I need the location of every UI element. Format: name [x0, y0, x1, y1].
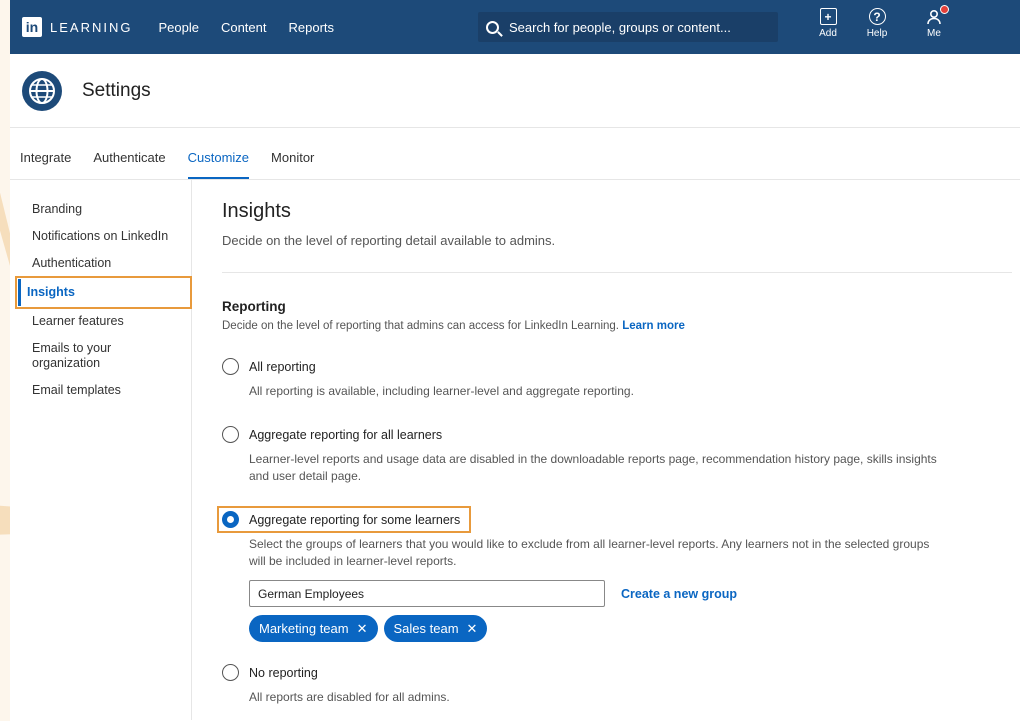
help-button[interactable]: ? Help [857, 8, 897, 39]
option-no-reporting[interactable]: No reporting [222, 664, 1020, 681]
add-label: Add [819, 28, 837, 39]
sidebar-item-email-templates[interactable]: Email templates [10, 377, 191, 404]
sidebar-item-emails[interactable]: Emails to your organization [10, 335, 191, 377]
settings-tabs: Integrate Authenticate Customize Monitor [10, 128, 1020, 180]
me-label: Me [927, 28, 941, 39]
section-title: Insights [222, 200, 291, 222]
logo-text: LEARNING [50, 19, 133, 35]
sidebar: Branding Notifications on LinkedIn Authe… [10, 180, 192, 720]
option-help: Learner-level reports and usage data are… [249, 452, 937, 483]
chip-label: Sales team [393, 621, 459, 636]
linkedin-logo-icon: in [22, 17, 42, 37]
sidebar-item-branding[interactable]: Branding [10, 196, 191, 223]
settings-header: Settings [10, 54, 1020, 128]
option-aggregate-all[interactable]: Aggregate reporting for all learners [222, 426, 1020, 443]
chip-label: Marketing team [259, 621, 349, 636]
radio-label: No reporting [249, 665, 318, 680]
nav-reports[interactable]: Reports [289, 20, 335, 35]
highlight-box: Aggregate reporting for some learners [216, 506, 472, 533]
radio-no-reporting[interactable] [222, 664, 239, 681]
me-button[interactable]: Me [914, 5, 954, 39]
sidebar-item-insights[interactable]: Insights [15, 276, 192, 309]
page-title: Settings [82, 79, 151, 101]
reporting-description-text: Decide on the level of reporting that ad… [222, 320, 619, 332]
help-label: Help [866, 28, 888, 39]
radio-all-reporting[interactable] [222, 358, 239, 375]
radio-aggregate-all[interactable] [222, 426, 239, 443]
section-subtitle: Decide on the level of reporting detail … [222, 233, 556, 248]
tab-authenticate[interactable]: Authenticate [93, 150, 165, 179]
reporting-description: Decide on the level of reporting that ad… [222, 320, 1020, 332]
divider [222, 272, 1012, 273]
sidebar-item-authentication[interactable]: Authentication [10, 250, 191, 277]
remove-chip-icon[interactable]: ✕ [357, 621, 368, 637]
tab-integrate[interactable]: Integrate [20, 150, 71, 179]
option-aggregate-some[interactable]: Aggregate reporting for some learners [216, 506, 1020, 533]
learn-more-link[interactable]: Learn more [622, 320, 685, 332]
reporting-heading: Reporting [222, 299, 286, 314]
selected-groups: Marketing team ✕ Sales team ✕ [249, 615, 1020, 642]
create-group-link[interactable]: Create a new group [621, 587, 737, 601]
radio-label: Aggregate reporting for all learners [249, 427, 443, 442]
linkedin-learning-logo[interactable]: in LEARNING [22, 17, 132, 37]
add-button[interactable]: + Add [808, 8, 848, 39]
add-icon: + [819, 8, 837, 25]
option-help: All reporting is available, including le… [249, 384, 634, 398]
radio-aggregate-some[interactable] [222, 511, 239, 528]
globe-icon [22, 70, 62, 111]
nav-people[interactable]: People [158, 20, 198, 35]
group-input[interactable] [249, 580, 605, 607]
search-input[interactable] [509, 19, 759, 35]
main-panel: Insights Decide on the level of reportin… [192, 180, 1020, 720]
remove-chip-icon[interactable]: ✕ [467, 621, 478, 637]
option-help: Select the groups of learners that you w… [249, 537, 930, 568]
chip-sales-team[interactable]: Sales team ✕ [383, 615, 488, 642]
group-selector: Create a new group [249, 580, 1020, 607]
radio-label: All reporting [249, 359, 316, 374]
sidebar-item-notifications[interactable]: Notifications on LinkedIn [10, 223, 191, 250]
notification-badge [939, 5, 949, 14]
help-icon: ? [868, 8, 886, 25]
chip-marketing-team[interactable]: Marketing team ✕ [249, 615, 378, 642]
search-icon [486, 20, 499, 34]
user-icon [926, 5, 949, 25]
content-area: Branding Notifications on LinkedIn Authe… [10, 180, 1020, 720]
tab-customize[interactable]: Customize [187, 150, 250, 179]
radio-label: Aggregate reporting for some learners [249, 512, 461, 527]
option-all-reporting[interactable]: All reporting [222, 358, 1020, 375]
option-help: All reports are disabled for all admins. [249, 690, 450, 704]
nav-content[interactable]: Content [221, 20, 267, 35]
sidebar-item-learner-features[interactable]: Learner features [10, 308, 191, 335]
app-window: in LEARNING People Content Reports + Add… [10, 0, 1020, 721]
search-bar[interactable] [478, 12, 778, 42]
tab-monitor[interactable]: Monitor [271, 150, 314, 179]
top-nav: in LEARNING People Content Reports + Add… [10, 0, 1020, 54]
